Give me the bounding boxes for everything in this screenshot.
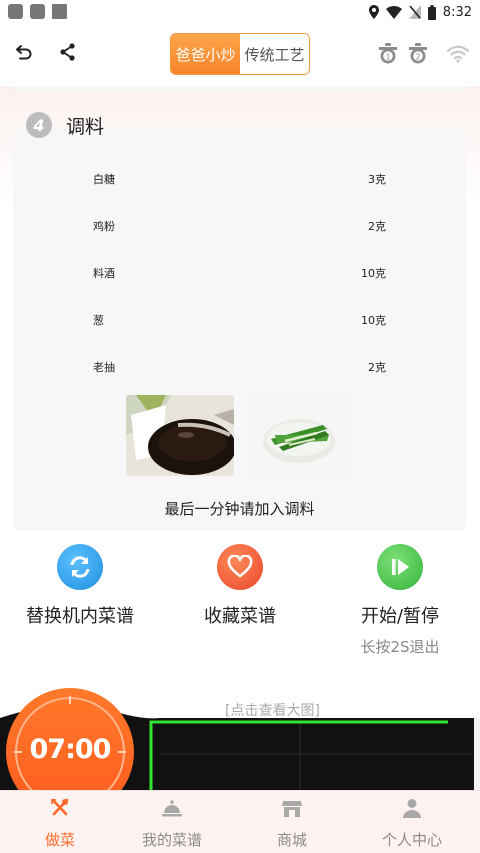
heart-icon [217,544,263,590]
nav-cook[interactable]: 做菜 [0,797,120,850]
timer-value: 07:00 [29,734,112,765]
nav-my-recipes[interactable]: 我的菜谱 [112,797,232,850]
section-title: 调料 [66,115,105,138]
favorite-recipe-label: 收藏菜谱 [204,606,276,627]
bottom-navigation: 做菜 我的菜谱 商城 个人中心 [0,790,480,853]
nav-cook-label: 做菜 [44,831,75,849]
scallion-photo[interactable] [245,395,353,476]
notification-icon [8,4,23,19]
notification-icon [30,4,45,19]
soy-sauce-photo[interactable] [126,395,234,476]
start-pause-label: 开始/暂停 [360,606,440,627]
ingredient-qty: 2克 [368,361,386,374]
replace-recipe-button[interactable]: 替换机内菜谱 [0,544,160,628]
ingredient-name: 老抽 [93,361,115,374]
pot-2-label: 2 [415,52,420,61]
nav-profile[interactable]: 个人中心 [352,797,472,850]
status-time: 8:32 [442,4,472,20]
location-icon [368,5,379,19]
ingredient-name: 葱 [93,314,104,327]
previous-step-card [13,86,466,92]
ingredient-qty: 10克 [361,314,386,327]
wifi-connection-icon[interactable] [446,42,470,64]
share-icon[interactable] [56,40,80,64]
pot-1-label: 1 [385,52,390,61]
action-bar: 替换机内菜谱 收藏菜谱 开始/暂停 长按2S退出 [0,544,480,664]
ingredient-row: 料酒 10克 [13,262,466,282]
refresh-icon [57,544,103,590]
ingredient-name: 鸡粉 [93,220,115,233]
ingredient-qty: 3克 [368,173,386,186]
ingredient-name: 白糖 [93,173,115,186]
ingredient-row: 葱 10克 [13,309,466,329]
wifi-status-icon [385,5,402,19]
ingredient-row: 老抽 2克 [13,356,466,376]
nav-shop-label: 商城 [276,831,307,849]
nav-my-recipes-label: 我的菜谱 [141,831,202,849]
pot-1-icon[interactable]: 1 [376,42,400,64]
back-icon[interactable] [12,40,36,64]
person-icon [403,799,421,818]
step-header: 4 调料 [26,112,104,138]
nav-profile-label: 个人中心 [381,831,442,849]
step-number-badge: 4 [26,112,52,138]
favorite-recipe-button[interactable]: 收藏菜谱 [160,544,320,628]
cloche-icon [162,800,182,817]
battery-icon [427,4,436,20]
status-bar: 8:32 [0,0,480,24]
utensils-icon [51,798,69,816]
ingredient-row: 鸡粉 2克 [13,215,466,235]
pot-2-icon[interactable]: 2 [406,42,430,64]
recipe-steps-area[interactable]: 白糖 3克 鸡粉 2克 料酒 10克 葱 10克 老抽 2克 最后一分钟请加入调… [0,86,480,790]
start-pause-button[interactable]: 开始/暂停 长按2S退出 [320,544,480,657]
hold-to-exit-hint: 长按2S退出 [360,638,440,656]
ingredient-name: 料酒 [93,267,115,280]
ingredient-qty: 2克 [368,220,386,233]
tab-traditional-craft[interactable]: 传统工艺 [240,34,309,74]
notification-icon [52,4,67,19]
top-header: 爸爸小炒 传统工艺 1 2 [0,24,480,86]
nav-shop[interactable]: 商城 [232,797,352,850]
replace-recipe-label: 替换机内菜谱 [26,606,134,627]
store-icon [282,801,302,817]
ingredient-row: 白糖 3克 [13,168,466,188]
seasoning-instruction: 最后一分钟请加入调料 [164,500,315,518]
play-pause-icon [377,544,423,590]
cooking-mode-switch: 爸爸小炒 传统工艺 [170,33,310,75]
countdown-timer[interactable]: 07:00 [6,688,134,790]
seasoning-card: 白糖 3克 鸡粉 2克 料酒 10克 葱 10克 老抽 2克 最后一分钟请加入调… [13,128,466,531]
ingredient-qty: 10克 [361,267,386,280]
tab-baba-stir-fry[interactable]: 爸爸小炒 [171,34,240,74]
signal-off-icon [408,5,421,19]
